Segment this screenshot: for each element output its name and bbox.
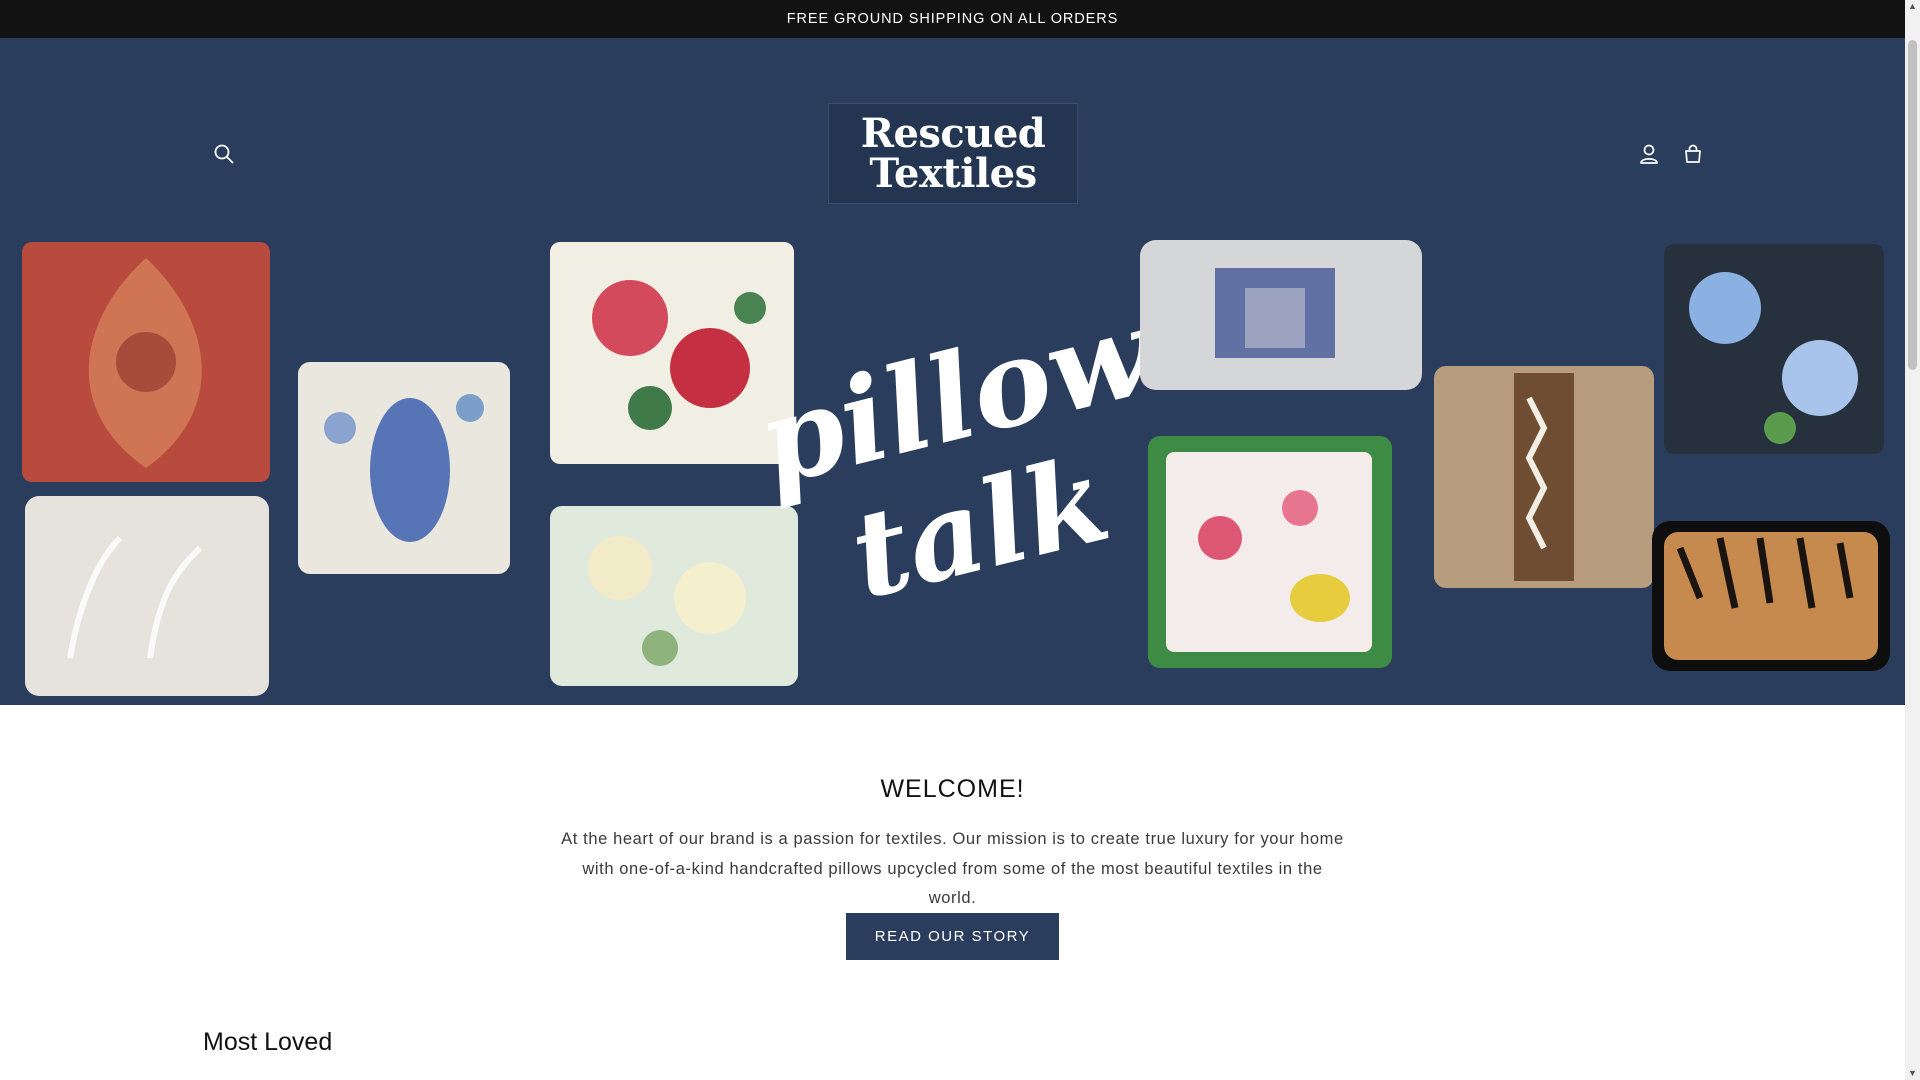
scroll-up-arrow-icon[interactable]: ▲ <box>1908 2 1917 11</box>
search-button[interactable] <box>202 132 246 176</box>
logo-line-1: Rescued <box>860 109 1046 157</box>
pillow-hydrangea <box>1664 244 1884 454</box>
pillow-red-paisley <box>22 242 270 482</box>
search-icon <box>214 144 234 164</box>
read-our-story-button[interactable]: READ OUR STORY <box>846 913 1059 960</box>
pillow-brown-ikat <box>1434 366 1654 588</box>
site-logo[interactable]: Rescued Textiles <box>828 103 1078 204</box>
announcement-bar: FREE GROUND SHIPPING ON ALL ORDERS <box>0 0 1905 38</box>
welcome-body: At the heart of our brand is a passion f… <box>560 825 1345 914</box>
pillow-tiger <box>1652 521 1890 671</box>
pillow-white-coral <box>25 496 269 696</box>
most-loved-heading: Most Loved <box>203 1028 333 1056</box>
account-icon <box>1640 144 1658 164</box>
announcement-text: FREE GROUND SHIPPING ON ALL ORDERS <box>786 11 1119 27</box>
pillow-red-roses <box>550 242 794 464</box>
scroll-down-arrow-icon[interactable]: ▼ <box>1908 1069 1917 1078</box>
scrollbar-thumb[interactable] <box>1908 40 1917 370</box>
cart-button[interactable] <box>1671 132 1715 176</box>
cart-icon <box>1685 144 1701 163</box>
hero-pillows-image: pillow talk <box>22 240 1890 696</box>
welcome-heading: WELCOME! <box>880 775 1025 803</box>
pillow-blue-leaf <box>298 362 510 574</box>
vertical-scrollbar[interactable]: ▲ ▼ <box>1905 0 1920 1080</box>
pillow-rooster <box>1148 436 1392 668</box>
hero-banner[interactable]: pillow talk <box>0 238 1905 705</box>
welcome-body-line-1: At the heart of our brand is a passion f… <box>561 830 1344 848</box>
site-header: Rescued Textiles GIFTS BLUE AND WHITE EN… <box>0 38 1905 253</box>
logo-line-2: Textiles <box>869 149 1037 197</box>
pillow-yellow-roses <box>550 506 798 686</box>
hero-script-text: pillow talk <box>745 281 1167 626</box>
welcome-body-line-2: with one-of-a-kind handcrafted pillows u… <box>582 859 1323 908</box>
page: FREE GROUND SHIPPING ON ALL ORDERS Rescu… <box>0 0 1905 1080</box>
pillow-blue-toile <box>1140 240 1422 390</box>
account-button[interactable] <box>1627 132 1671 176</box>
